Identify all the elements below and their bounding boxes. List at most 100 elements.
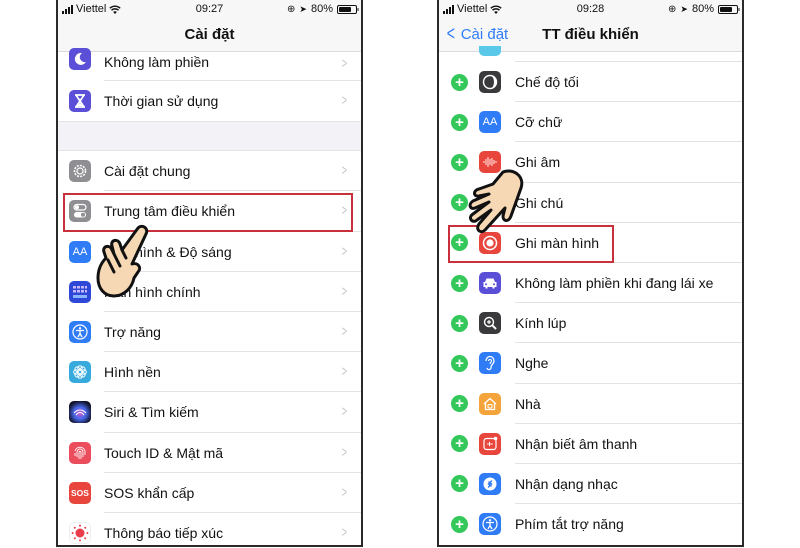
add-control-button[interactable]: + (451, 113, 468, 131)
add-control-button[interactable]: + (451, 73, 468, 91)
row-label: Nhà (515, 395, 541, 412)
control-row-khong-lam-phien-khi-lai-xe[interactable]: + Không làm phiền khi đang lái xe (439, 262, 742, 304)
row-label: Ghi màn hình (515, 234, 600, 251)
battery-icon (337, 4, 359, 14)
location-icon: ➤ (680, 3, 688, 14)
row-label: Chế độ tối (515, 74, 579, 91)
control-row-ghi-man-hinh[interactable]: + Ghi màn hình (439, 222, 742, 263)
voice-memo-icon (479, 151, 501, 174)
section-separator (58, 121, 361, 152)
nav-bar: Cài đặt (58, 18, 361, 52)
row-label: Nhận biết âm thanh (515, 435, 638, 452)
row-label: Touch ID & Mật mã (104, 444, 224, 461)
row-label: Trợ năng (104, 324, 161, 341)
chevron-right-icon: > (341, 443, 348, 461)
settings-row-khong-lam-phien[interactable]: Không làm phiền > (58, 48, 361, 81)
text-size-icon: AA (479, 111, 501, 134)
control-row-nghe[interactable]: + Nghe (439, 343, 742, 384)
screen-record-icon (479, 231, 501, 254)
add-control-button[interactable]: + (451, 354, 468, 372)
battery-percent: 80% (691, 3, 714, 15)
row-label: Ghi chú (515, 194, 564, 211)
control-row-phim-tat-tro-nang[interactable]: + Phím tắt trợ năng (439, 504, 742, 545)
settings-row-hinh-nen[interactable]: Hình nền > (58, 352, 361, 393)
page-title: TT điều khiển (542, 26, 639, 43)
text-size-icon: AA (69, 240, 91, 263)
control-row-nhan-dang-nhac[interactable]: + Nhận dạng nhạc (439, 463, 742, 505)
control-row-co-chu[interactable]: + AA Cỡ chữ (439, 102, 742, 143)
chevron-right-icon: > (341, 242, 348, 260)
row-label: Thông báo tiếp xúc (104, 524, 224, 541)
chevron-right-icon: > (341, 363, 348, 381)
orientation-lock-icon: ⊕ (287, 3, 296, 15)
siri-icon (69, 401, 91, 424)
row-label: Nhận dạng nhạc (515, 475, 618, 492)
settings-row-sos-khan-cap[interactable]: SOS SOS khẩn cấp > (58, 472, 361, 513)
car-icon (479, 272, 501, 295)
row-label: Màn hình & Độ sáng (104, 243, 232, 260)
control-center-screen: Viettel 09:28 ⊕ ➤ 80% < Cài đặt TT điều … (437, 0, 744, 547)
chevron-right-icon: > (341, 92, 348, 109)
row-label: Trung tâm điều khiển (104, 203, 235, 220)
control-row-kinh-lup[interactable]: + Kính lúp (439, 303, 742, 344)
settings-row-man-hinh-do-sang[interactable]: AA Màn hình & Độ sáng > (58, 231, 361, 272)
more-controls-list: + Chế độ tối + AA Cỡ chữ + Ghi âm + Ghi … (439, 46, 742, 545)
row-label: Kính lúp (515, 315, 567, 332)
chevron-right-icon: > (341, 55, 348, 72)
chevron-right-icon: > (341, 282, 348, 300)
sound-recognition-icon (479, 432, 501, 455)
settings-row-thoi-gian-su-dung[interactable]: Thời gian sử dụng > (58, 81, 361, 122)
add-control-button[interactable]: + (451, 395, 468, 413)
settings-row-touch-id-mat-ma[interactable]: Touch ID & Mật mã > (58, 432, 361, 473)
chevron-right-icon: > (341, 523, 348, 541)
settings-row-man-hinh-chinh[interactable]: Màn hình chính > (58, 271, 361, 312)
row-label: Thời gian sử dụng (104, 93, 219, 110)
row-label: Không làm phiền (104, 54, 210, 70)
chevron-right-icon: > (341, 483, 348, 501)
chevron-right-icon: > (341, 403, 348, 421)
shazam-icon (479, 472, 501, 495)
fingerprint-icon (69, 441, 91, 464)
page-title: Cài đặt (184, 26, 235, 43)
add-control-button[interactable]: + (451, 475, 468, 493)
status-bar: Viettel 09:28 ⊕ ➤ 80% (439, 0, 742, 18)
notes-icon (479, 191, 501, 214)
home-icon (479, 392, 501, 415)
control-row-nhan-biet-am-thanh[interactable]: + Nhận biết âm thanh (439, 423, 742, 464)
control-row-ghi-am[interactable]: + Ghi âm (439, 142, 742, 183)
flower-icon (69, 361, 91, 384)
row-label: Màn hình chính (104, 283, 201, 300)
battery-percent: 80% (310, 3, 333, 15)
control-row-ghi-chu[interactable]: + Ghi chú (439, 182, 742, 223)
moon-icon (69, 48, 91, 70)
add-control-button[interactable]: + (451, 515, 468, 533)
control-row-nha[interactable]: + Nhà (439, 383, 742, 424)
dark-mode-icon (479, 71, 501, 94)
row-label: Hình nền (104, 364, 161, 381)
gear-icon (69, 160, 91, 183)
row-label: SOS khẩn cấp (104, 484, 195, 501)
settings-row-siri-tim-kiem[interactable]: Siri & Tìm kiếm > (58, 392, 361, 433)
add-control-button[interactable]: + (451, 234, 468, 252)
settings-row-tro-nang[interactable]: Trợ năng > (58, 311, 361, 353)
settings-row-cai-dat-chung[interactable]: Cài đặt chung > (58, 151, 361, 192)
row-label: Siri & Tìm kiếm (104, 404, 199, 421)
add-control-button[interactable]: + (451, 274, 468, 292)
location-icon: ➤ (299, 3, 307, 14)
settings-screen: Viettel 09:27 ⊕ ➤ 80% Cài đặt Không làm … (56, 0, 363, 547)
orientation-lock-icon: ⊕ (668, 3, 677, 15)
add-control-button[interactable]: + (451, 435, 468, 453)
chevron-right-icon: > (341, 202, 348, 220)
row-label: Cỡ chữ (515, 114, 563, 131)
control-row-che-do-toi[interactable]: + Chế độ tối (439, 62, 742, 103)
add-control-button[interactable]: + (451, 153, 468, 171)
add-control-button[interactable]: + (451, 314, 468, 332)
add-control-button[interactable]: + (451, 194, 468, 212)
magnifier-icon (479, 312, 501, 335)
sos-icon: SOS (69, 481, 91, 504)
settings-row-thong-bao-tiep-xuc[interactable]: Thông báo tiếp xúc > (58, 512, 361, 545)
exposure-icon (69, 521, 91, 544)
settings-row-trung-tam-dieu-khien[interactable]: Trung tâm điều khiển > (58, 191, 361, 232)
battery-icon (718, 4, 740, 14)
toggle-switches-icon (69, 200, 91, 223)
